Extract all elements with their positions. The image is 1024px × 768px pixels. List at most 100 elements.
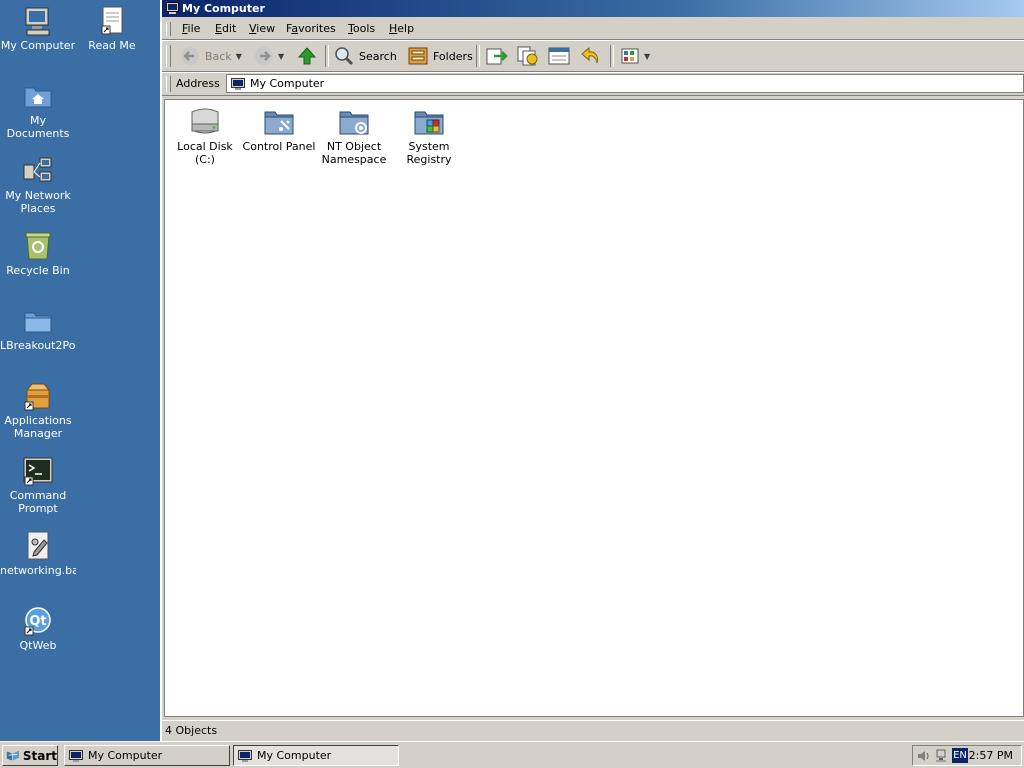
documents-folder-icon (24, 87, 52, 108)
window-title: My Computer (182, 2, 265, 15)
clock[interactable]: 2:57 PM (969, 749, 1013, 762)
control-panel-icon (264, 111, 294, 135)
copy-to-icon (517, 46, 538, 66)
folders-icon (408, 47, 428, 65)
menu-view[interactable]: View (249, 22, 275, 35)
up-arrow-icon (297, 47, 317, 65)
desktop-icon-label: My Documents (6, 114, 70, 140)
menu-tools[interactable]: Tools (348, 22, 375, 35)
properties-window-icon (548, 47, 570, 65)
toolbar-separator (610, 45, 614, 67)
menu-help[interactable]: Help (389, 22, 414, 35)
menu-favorites[interactable]: Favorites (286, 22, 336, 35)
desktop-icon-my-computer[interactable]: My Computer (0, 5, 76, 52)
package-icon (24, 383, 51, 411)
status-object-count: 4 Objects (165, 724, 218, 737)
toolbar-separator (476, 45, 480, 67)
desktop-icon-qtweb[interactable]: Qt QtWeb (0, 605, 76, 652)
item-label: NT Object Namespace (321, 140, 387, 166)
item-nt-object-namespace[interactable]: NT Object Namespace (316, 106, 392, 166)
taskbar-button-my-computer-active[interactable]: My Computer (233, 745, 399, 766)
item-control-panel[interactable]: Control Panel (241, 106, 317, 153)
object-namespace-icon (339, 111, 369, 135)
registry-icon (414, 111, 444, 135)
menu-edit[interactable]: Edit (215, 22, 236, 35)
item-label: System Registry (406, 140, 452, 166)
copy-to-button[interactable] (517, 44, 539, 68)
network-icon (23, 157, 52, 182)
menu-file[interactable]: File (182, 22, 200, 35)
network-tray-icon[interactable] (935, 749, 947, 763)
address-label: Address (176, 77, 220, 90)
desktop-icon-label: networking.bat (0, 564, 76, 577)
explorer-window: My Computer File Edit View Favorites Too… (160, 0, 1024, 741)
computer-icon (25, 7, 50, 36)
computer-icon (238, 749, 252, 762)
desktop-icon-network[interactable]: My Network Places (0, 155, 76, 215)
desktop-icon-label: My Computer (0, 39, 76, 52)
desktop-icon-label: LBreakout2Po... (0, 339, 76, 352)
start-label: Start (22, 748, 57, 763)
terminal-icon (23, 457, 53, 486)
desktop-icon-recycle-bin[interactable]: Recycle Bin (0, 230, 76, 277)
back-dropdown-arrow[interactable]: ▼ (236, 52, 242, 61)
undo-icon (581, 46, 598, 64)
task-label: My Computer (88, 749, 163, 762)
system-tray: EN 2:57 PM (912, 745, 1022, 766)
forward-button[interactable]: ▼ (254, 44, 284, 68)
desktop-icon-lbreakout-folder[interactable]: LBreakout2Po... (0, 305, 76, 352)
volume-icon[interactable] (917, 749, 931, 763)
back-arrow-icon (181, 47, 199, 65)
qtweb-icon: Qt (24, 607, 51, 636)
views-icon (621, 48, 639, 64)
forward-arrow-icon (255, 47, 273, 65)
language-indicator[interactable]: EN (952, 748, 968, 763)
status-bar: 4 Objects (162, 720, 1024, 740)
up-button[interactable] (297, 44, 317, 68)
item-local-disk[interactable]: Local Disk (C:) (167, 106, 243, 166)
toolbar: Back ▼ ▼ Search Folders ▼ (162, 41, 1024, 72)
address-grip (166, 76, 171, 92)
desktop-icon-label: My Network Places (5, 189, 71, 215)
delete-button[interactable] (548, 44, 570, 68)
views-button[interactable]: ▼ (620, 44, 650, 68)
desktop-icon-networking-bat[interactable]: networking.bat (0, 530, 76, 577)
desktop-icon-label: Read Me (88, 39, 136, 52)
batch-file-icon (27, 531, 49, 560)
desktop-icon-applications-manager[interactable]: Applications Manager (0, 380, 76, 440)
move-to-button[interactable] (486, 44, 508, 68)
file-view: Local Disk (C:) Control Panel NT Object … (164, 99, 1024, 717)
folders-button[interactable]: Folders (408, 44, 473, 68)
task-label: My Computer (257, 749, 332, 762)
desktop-icon-label: Command Prompt (9, 489, 67, 515)
address-input[interactable]: My Computer (226, 74, 1024, 93)
toolbar-separator (325, 45, 329, 67)
item-label: Local Disk (C:) (177, 140, 233, 166)
recycle-bin-icon (25, 232, 51, 260)
desktop-icon-command-prompt[interactable]: Command Prompt (0, 455, 76, 515)
start-logo-icon (6, 750, 19, 760)
menu-grip (166, 22, 171, 36)
document-shortcut-icon (101, 6, 123, 35)
start-button[interactable]: Start (2, 745, 58, 766)
title-bar[interactable]: My Computer (162, 0, 1024, 17)
forward-dropdown-arrow[interactable]: ▼ (278, 52, 284, 61)
views-dropdown-arrow[interactable]: ▼ (644, 52, 650, 61)
computer-icon (166, 2, 179, 14)
folder-icon (24, 312, 52, 333)
desktop-icon-label: Recycle Bin (6, 264, 70, 277)
desktop-icon-read-me[interactable]: Read Me (74, 5, 150, 52)
desktop-icon-my-documents[interactable]: My Documents (0, 80, 76, 140)
toolbar-grip (166, 45, 171, 67)
item-label: Control Panel (242, 140, 316, 153)
move-to-icon (486, 48, 508, 65)
item-system-registry[interactable]: System Registry (391, 106, 467, 166)
desktop-icon-label: QtWeb (19, 639, 57, 652)
desktop-icon-label: Applications Manager (4, 414, 72, 440)
address-bar: Address My Computer (162, 73, 1024, 96)
taskbar-button-my-computer[interactable]: My Computer (64, 745, 230, 766)
address-value: My Computer (250, 77, 325, 90)
search-button[interactable]: Search (334, 44, 397, 68)
undo-button[interactable] (580, 44, 602, 68)
back-button[interactable]: Back ▼ (180, 44, 242, 68)
